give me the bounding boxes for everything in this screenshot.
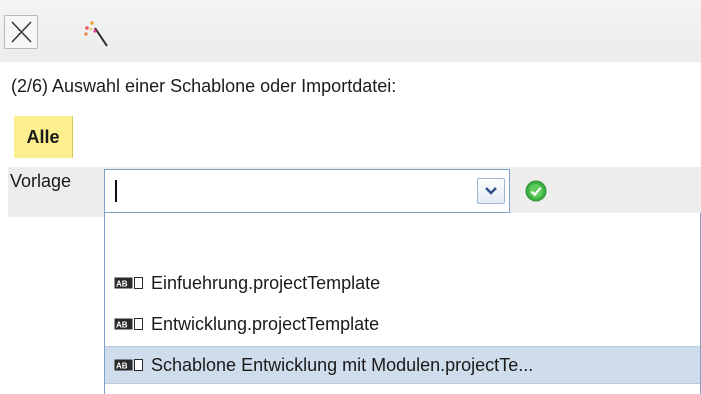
template-field-label: Vorlage bbox=[10, 171, 72, 191]
close-icon bbox=[11, 21, 32, 43]
dropdown-option-label: Entwicklung.projectTemplate bbox=[151, 313, 380, 334]
toolbar bbox=[0, 0, 701, 62]
tab-alle[interactable]: Alle bbox=[14, 116, 73, 158]
dropdown-option-highlighted[interactable]: AB Schablone Entwicklung mit Modulen.pro… bbox=[105, 346, 700, 384]
text-field-icon: AB bbox=[114, 318, 143, 330]
text-field-icon: AB bbox=[114, 277, 143, 289]
magic-wand-button[interactable] bbox=[78, 15, 112, 49]
check-circle-icon[interactable] bbox=[525, 180, 547, 202]
dropdown-toggle-button[interactable] bbox=[477, 178, 505, 204]
dropdown-option-label: Schablone Entwicklung mit Modulen.projec… bbox=[151, 354, 534, 375]
dropdown-option[interactable]: AB Einfuehrung.projectTemplate bbox=[105, 265, 700, 301]
template-input[interactable] bbox=[105, 170, 465, 212]
dropdown-option-empty[interactable] bbox=[105, 223, 700, 259]
close-button[interactable] bbox=[4, 15, 38, 49]
chevron-down-icon bbox=[485, 187, 497, 195]
template-dropdown-list: AB Einfuehrung.projectTemplate AB Entwic… bbox=[104, 213, 701, 394]
svg-text:AB: AB bbox=[116, 280, 128, 289]
text-cursor bbox=[115, 180, 117, 202]
wizard-step-label: (2/6) Auswahl einer Schablone oder Impor… bbox=[11, 76, 397, 96]
dropdown-option[interactable]: AB Entwicklung.projectTemplate bbox=[105, 306, 700, 342]
svg-text:AB: AB bbox=[116, 362, 128, 371]
svg-text:AB: AB bbox=[116, 321, 128, 330]
text-field-icon: AB bbox=[114, 359, 143, 371]
tab-alle-label: Alle bbox=[26, 126, 60, 147]
template-combobox[interactable] bbox=[104, 169, 510, 213]
magic-wand-icon bbox=[84, 21, 108, 47]
dropdown-option-label: Einfuehrung.projectTemplate bbox=[151, 272, 381, 293]
